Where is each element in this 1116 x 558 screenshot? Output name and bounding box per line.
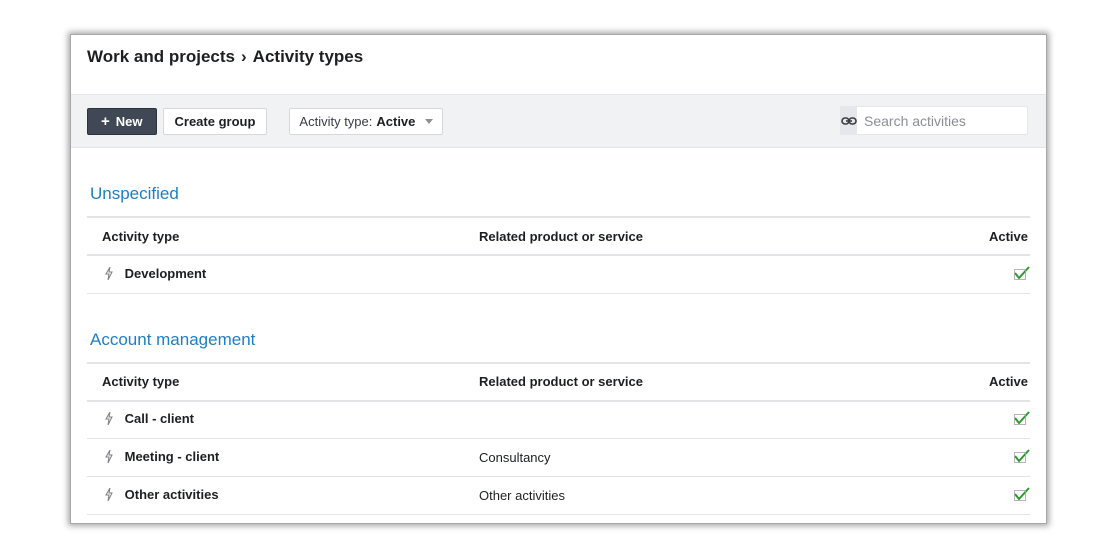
lightning-bolt-icon	[105, 487, 113, 504]
page-header: Work and projects › Activity types	[71, 35, 1046, 95]
section-title-unspecified: Unspecified	[90, 184, 179, 203]
filter-label: Activity type:	[299, 113, 373, 129]
app-window: Work and projects › Activity types + New…	[70, 34, 1047, 524]
filter-value: Active	[376, 113, 416, 129]
plus-icon: +	[101, 112, 110, 130]
checkmark-icon	[1014, 411, 1030, 428]
table-header-row: Activity type Related product or service…	[87, 362, 1030, 401]
activity-name[interactable]: Development	[125, 266, 207, 281]
table-row[interactable]: Meeting - client Consultancy	[87, 439, 1030, 477]
lightning-bolt-icon	[105, 411, 113, 428]
active-cell	[920, 255, 1030, 293]
activity-table-account-management: Activity type Related product or service…	[87, 362, 1030, 516]
table-row[interactable]: Call - client	[87, 401, 1030, 439]
related-cell	[479, 401, 920, 439]
column-header-related[interactable]: Related product or service	[479, 217, 920, 255]
toolbar: + New Create group Activity type: Active	[71, 95, 1046, 148]
activity-cell: Development	[87, 255, 479, 293]
column-header-activity-type[interactable]: Activity type	[87, 217, 479, 255]
table-header-row: Activity type Related product or service…	[87, 217, 1030, 255]
active-cell	[920, 477, 1030, 515]
lightning-bolt-icon	[105, 266, 113, 283]
page-title: Activity types	[252, 47, 364, 66]
search-box	[840, 106, 1045, 135]
breadcrumb-parent[interactable]: Work and projects	[87, 47, 235, 67]
breadcrumb-separator: ›	[241, 47, 247, 66]
breadcrumb: Work and projects › Activity types	[87, 47, 1030, 67]
search-input[interactable]	[857, 107, 1045, 134]
activity-name[interactable]: Other activities	[125, 487, 219, 502]
caret-down-icon	[425, 118, 434, 124]
active-cell	[920, 401, 1030, 439]
table-row[interactable]: Development	[87, 255, 1030, 293]
related-cell: Consultancy	[479, 450, 551, 465]
column-header-active[interactable]: Active	[920, 363, 1030, 401]
section-title-account-management: Account management	[90, 329, 256, 349]
column-header-related[interactable]: Related product or service	[479, 363, 920, 401]
checkmark-icon	[1014, 487, 1030, 504]
column-header-activity-type[interactable]: Activity type	[87, 363, 479, 401]
link-icon[interactable]	[841, 107, 857, 134]
active-cell	[920, 439, 1030, 477]
new-button[interactable]: + New	[87, 107, 157, 135]
create-group-button[interactable]: Create group	[162, 107, 268, 135]
content: Unspecified Activity type Related produc…	[71, 184, 1046, 515]
related-cell	[479, 255, 920, 293]
table-row[interactable]: Other activities Other activities	[87, 477, 1030, 515]
checkmark-icon	[1014, 266, 1030, 283]
activity-cell: Call - client	[87, 401, 479, 439]
new-button-label: New	[115, 113, 143, 129]
activity-type-filter[interactable]: Activity type: Active	[289, 107, 444, 135]
activity-cell: Other activities	[87, 477, 479, 515]
activity-name[interactable]: Meeting - client	[125, 449, 220, 464]
lightning-bolt-icon	[105, 449, 113, 466]
checkmark-icon	[1014, 449, 1030, 466]
activity-name[interactable]: Call - client	[125, 411, 194, 426]
activity-table-unspecified: Activity type Related product or service…	[87, 216, 1030, 294]
column-header-active[interactable]: Active	[920, 217, 1030, 255]
related-cell: Other activities	[479, 488, 565, 503]
activity-cell: Meeting - client	[87, 439, 479, 477]
